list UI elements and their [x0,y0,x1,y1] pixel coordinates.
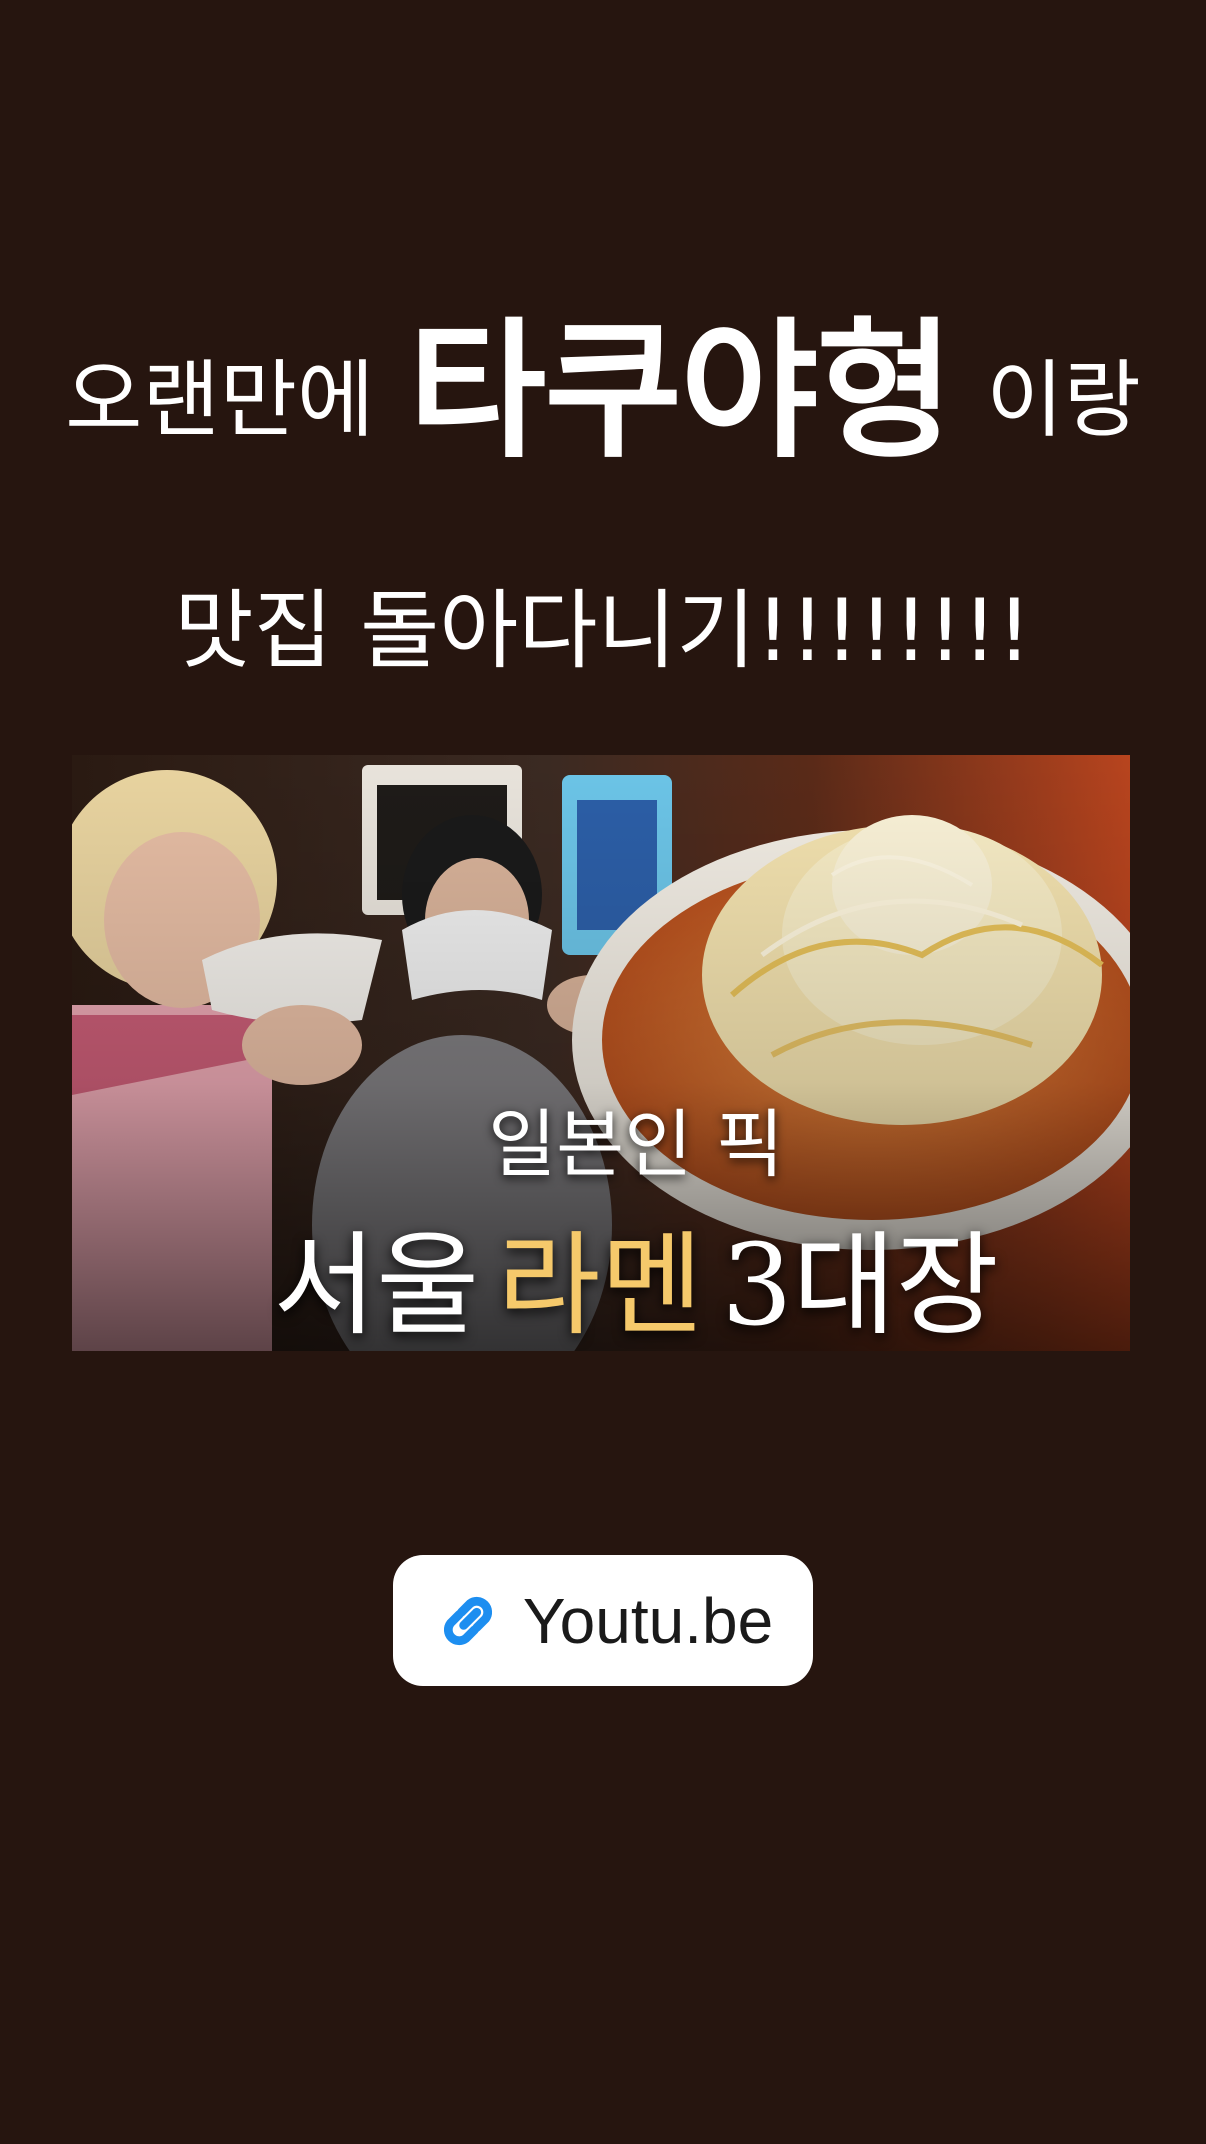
headline-prefix: 오랜만에 [65,351,375,449]
thumbnail-subtitle: 일본인 픽 [488,1102,784,1188]
thumbnail-title-part-2: 3대장 [721,1221,999,1351]
link-label: Youtu.be [522,1584,774,1657]
thumbnail-title-highlight: 라멘 [497,1221,704,1351]
headline-line-2: 맛집 돌아다니기!!!!!!!! [174,581,1032,681]
link-sticker[interactable]: Youtu.be [393,1555,813,1686]
headline-suffix: 이랑 [986,351,1141,449]
thumbnail-title-part-1: 서울 [273,1221,480,1351]
video-thumbnail[interactable]: 일본인 픽 서울 라멘 3대장 [72,755,1130,1351]
thumbnail-title: 서울 라멘 3대장 [72,1195,1130,1351]
headline-line-1: 오랜만에 타쿠야형 이랑 [0,270,1206,479]
link-icon [443,1596,492,1645]
headline-name: 타쿠야형 [408,305,954,479]
